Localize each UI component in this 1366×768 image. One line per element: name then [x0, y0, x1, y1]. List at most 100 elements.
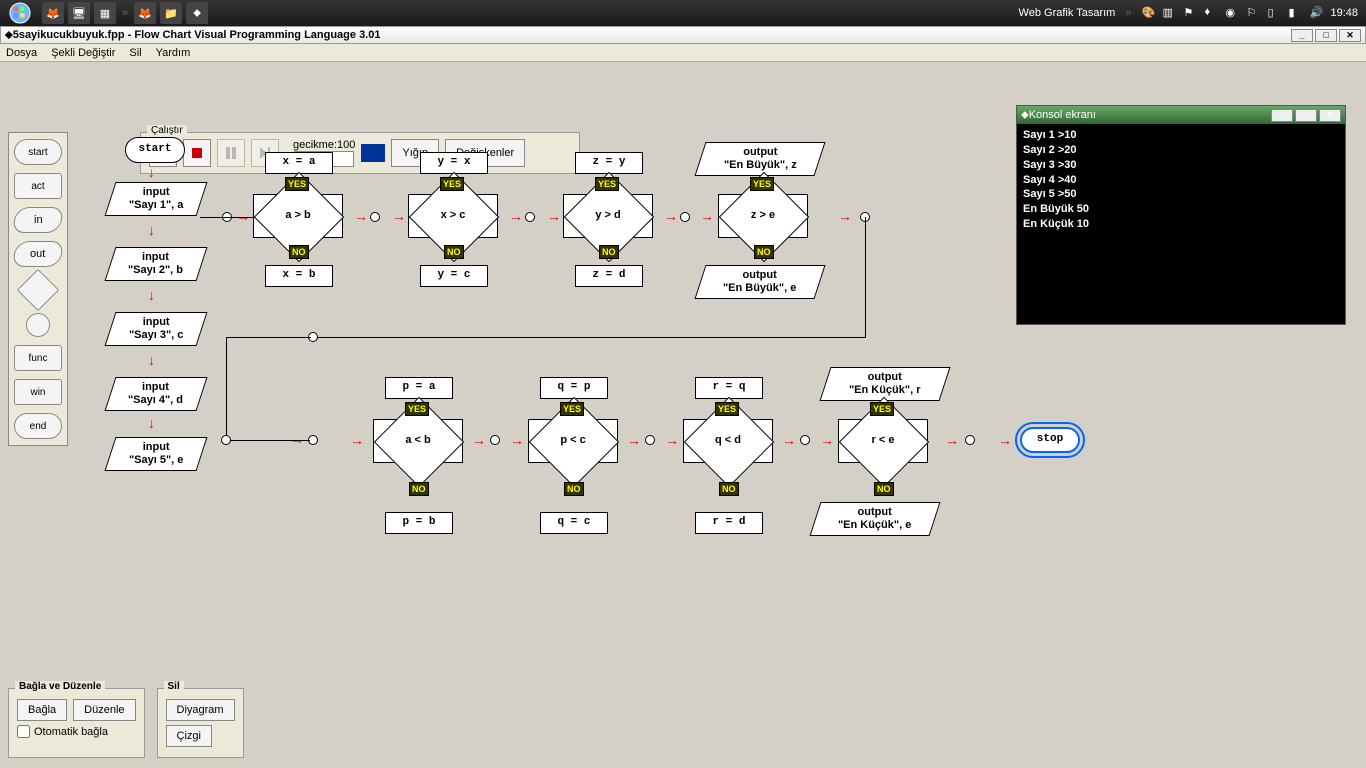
- node-yx[interactable]: y = x: [420, 152, 488, 174]
- task-flowchart[interactable]: ⬥: [186, 2, 208, 24]
- tool-act[interactable]: act: [14, 173, 62, 199]
- tool-win[interactable]: win: [14, 379, 62, 405]
- console-max[interactable]: □: [1295, 109, 1317, 122]
- tool-decision[interactable]: [17, 269, 59, 311]
- node-ze[interactable]: z > e: [718, 194, 808, 238]
- eu-flag-icon[interactable]: [361, 144, 385, 162]
- run-panel: Çalıştır gecikme:100 Yığın Değişkenler: [140, 132, 580, 174]
- tray-palette-icon[interactable]: 🎨: [1141, 6, 1156, 21]
- node-outbz[interactable]: output "En Büyük", z: [694, 142, 825, 176]
- task-firefox-1[interactable]: 🦊: [42, 2, 64, 24]
- connector[interactable]: [525, 212, 535, 222]
- tool-func[interactable]: func: [14, 345, 62, 371]
- node-outbe[interactable]: output "En Büyük", e: [694, 265, 825, 299]
- node-rle[interactable]: r < e: [838, 419, 928, 463]
- tool-in[interactable]: in: [11, 207, 65, 233]
- maximize-button[interactable]: □: [1315, 29, 1337, 42]
- node-rq[interactable]: r = q: [695, 377, 763, 399]
- menu-dosya[interactable]: Dosya: [6, 47, 37, 59]
- node-in4[interactable]: input "Sayı 4", d: [104, 377, 207, 411]
- console-close[interactable]: ✕: [1319, 109, 1341, 122]
- node-zd[interactable]: z = d: [575, 265, 643, 287]
- connector[interactable]: [680, 212, 690, 222]
- menu-yardim[interactable]: Yardım: [156, 47, 191, 59]
- oto-bagla-checkbox[interactable]: Otomatik bağla: [17, 725, 136, 738]
- cizgi-button[interactable]: Çizgi: [166, 725, 212, 747]
- pause-button[interactable]: [217, 139, 245, 167]
- menubar: Dosya Şekli Değiştir Sil Yardım: [0, 44, 1366, 62]
- task-explorer[interactable]: 📁: [160, 2, 182, 24]
- node-stop[interactable]: stop: [1020, 427, 1080, 453]
- connector[interactable]: [800, 435, 810, 445]
- taskbar: 🦊 🖥 ▦ » 🦊 📁 ⬥ Web Grafik Tasarım » 🎨 ▥ ⚑…: [0, 0, 1366, 26]
- node-pb[interactable]: p = b: [385, 512, 453, 534]
- node-xa[interactable]: x = a: [265, 152, 333, 174]
- delay-label: gecikme:: [293, 139, 337, 151]
- tray-icon-5[interactable]: ▯: [1267, 6, 1282, 21]
- tray-icon-1[interactable]: ▥: [1162, 6, 1177, 21]
- node-xc[interactable]: x > c: [408, 194, 498, 238]
- tray-icon-2[interactable]: ⚑: [1183, 6, 1198, 21]
- task-firefox-2[interactable]: 🦊: [134, 2, 156, 24]
- node-zy[interactable]: z = y: [575, 152, 643, 174]
- tool-end[interactable]: end: [14, 413, 62, 439]
- tray-icon-4[interactable]: ◉: [1225, 6, 1240, 21]
- node-outke[interactable]: output "En Küçük", e: [809, 502, 940, 536]
- duzenle-button[interactable]: Düzenle: [73, 699, 135, 721]
- node-qp[interactable]: q = p: [540, 377, 608, 399]
- start-orb[interactable]: [0, 0, 40, 26]
- tag-yes: YES: [285, 177, 309, 191]
- node-in2[interactable]: input "Sayı 2", b: [104, 247, 207, 281]
- connector[interactable]: [490, 435, 500, 445]
- diyagram-button[interactable]: Diyagram: [166, 699, 235, 721]
- node-qld[interactable]: q < d: [683, 419, 773, 463]
- sil-legend: Sil: [164, 681, 184, 692]
- node-yd[interactable]: y > d: [563, 194, 653, 238]
- console-body: Sayı 1 >10 Sayı 2 >20 Sayı 3 >30 Sayı 4 …: [1017, 124, 1345, 236]
- console-titlebar[interactable]: ⬥ Konsol ekranı _ □ ✕: [1017, 106, 1345, 124]
- node-plc[interactable]: p < c: [528, 419, 618, 463]
- task-desktop[interactable]: 🖥: [68, 2, 90, 24]
- node-start[interactable]: start: [125, 137, 185, 163]
- node-yc[interactable]: y = c: [420, 265, 488, 287]
- menu-sekli[interactable]: Şekli Değiştir: [51, 47, 115, 59]
- node-pa[interactable]: p = a: [385, 377, 453, 399]
- toolbox: start act in out func win end: [8, 132, 68, 446]
- window-title: 5sayikucukbuyuk.fpp - Flow Chart Visual …: [13, 29, 381, 41]
- run-legend: Çalıştır: [147, 125, 187, 136]
- app-icon: ⬥: [5, 29, 13, 42]
- node-outkr[interactable]: output "En Küçük", r: [819, 367, 950, 401]
- node-qc[interactable]: q = c: [540, 512, 608, 534]
- minimize-button[interactable]: _: [1291, 29, 1313, 42]
- tool-start[interactable]: start: [14, 139, 62, 165]
- tool-out[interactable]: out: [11, 241, 65, 267]
- node-in5[interactable]: input "Sayı 5", e: [104, 437, 207, 471]
- sil-panel: Sil Diyagram Çizgi: [157, 688, 244, 758]
- console-title: Konsol ekranı: [1029, 109, 1096, 121]
- node-alb[interactable]: a < b: [373, 419, 463, 463]
- connector[interactable]: [370, 212, 380, 222]
- bagla-legend: Bağla ve Düzenle: [15, 681, 105, 692]
- task-app[interactable]: ▦: [94, 2, 116, 24]
- bagla-button[interactable]: Bağla: [17, 699, 67, 721]
- node-ab[interactable]: a > b: [253, 194, 343, 238]
- stop-button[interactable]: [183, 139, 211, 167]
- tray-battery-icon[interactable]: ▮: [1288, 6, 1303, 21]
- taskbar-web-text[interactable]: Web Grafik Tasarım: [1019, 7, 1116, 19]
- connector[interactable]: [645, 435, 655, 445]
- tray-flag-icon[interactable]: ⚐: [1246, 6, 1261, 21]
- tray-icon-3[interactable]: ♦: [1204, 6, 1219, 21]
- node-in1[interactable]: input "Sayı 1", a: [104, 182, 207, 216]
- menu-sil[interactable]: Sil: [129, 47, 141, 59]
- close-button[interactable]: ✕: [1339, 29, 1361, 42]
- connector[interactable]: [965, 435, 975, 445]
- node-xb[interactable]: x = b: [265, 265, 333, 287]
- tag-no: NO: [289, 245, 309, 259]
- tool-connector[interactable]: [26, 313, 50, 337]
- node-rd[interactable]: r = d: [695, 512, 763, 534]
- clock[interactable]: 19:48: [1330, 7, 1358, 19]
- node-in3[interactable]: input "Sayı 3", c: [104, 312, 207, 346]
- console-window[interactable]: ⬥ Konsol ekranı _ □ ✕ Sayı 1 >10 Sayı 2 …: [1016, 105, 1346, 325]
- console-min[interactable]: _: [1271, 109, 1293, 122]
- tray-volume-icon[interactable]: 🔊: [1309, 6, 1324, 21]
